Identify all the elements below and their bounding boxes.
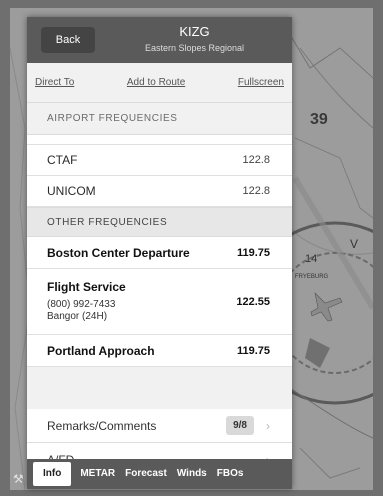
frequency-name: CTAF bbox=[47, 153, 78, 167]
device-frame: 39 V 14 FRYEBURG Back KIZG Eastern Slope… bbox=[0, 0, 383, 496]
tab-forecast[interactable]: Forecast bbox=[120, 459, 172, 489]
remarks-label: Remarks/Comments bbox=[47, 418, 157, 433]
map-town-label: FRYEBURG bbox=[295, 274, 329, 280]
frequency-details: Flight Service (800) 992-7433 Bangor (24… bbox=[47, 280, 126, 323]
tab-fbos[interactable]: FBOs bbox=[212, 459, 249, 489]
frequency-name: Portland Approach bbox=[47, 343, 155, 358]
fullscreen-link[interactable]: Fullscreen bbox=[238, 77, 284, 88]
chevron-right-icon: › bbox=[266, 418, 270, 433]
frequency-row[interactable]: Flight Service (800) 992-7433 Bangor (24… bbox=[27, 269, 292, 335]
frequency-value: 122.55 bbox=[236, 295, 270, 308]
frequency-phone[interactable]: (800) 992-7433 bbox=[47, 299, 126, 311]
direct-to-link[interactable]: Direct To bbox=[35, 77, 74, 88]
map-v-label: V bbox=[350, 237, 358, 251]
tab-winds[interactable]: Winds bbox=[172, 459, 212, 489]
airport-name: Eastern Slopes Regional bbox=[144, 43, 245, 53]
clipped-row bbox=[27, 135, 292, 145]
wrench-icon[interactable]: ⚒ bbox=[13, 472, 24, 486]
frequency-value: 119.75 bbox=[236, 344, 270, 357]
frequency-row[interactable]: UNICOM 122.8 bbox=[27, 176, 292, 207]
tab-bar: Info METAR Forecast Winds FBOs bbox=[27, 459, 292, 489]
tab-info[interactable]: Info bbox=[33, 462, 72, 486]
airport-frequencies-header: AIRPORT FREQUENCIES bbox=[27, 103, 292, 135]
remarks-right: 9/8 › bbox=[226, 416, 270, 435]
map-14-label: 14 bbox=[305, 253, 317, 265]
aircraft-icon bbox=[310, 292, 343, 322]
frequency-name: UNICOM bbox=[47, 184, 96, 198]
remarks-row[interactable]: Remarks/Comments 9/8 › bbox=[27, 409, 292, 443]
remarks-count-badge: 9/8 bbox=[226, 416, 254, 435]
frequency-value: 119.75 bbox=[236, 246, 270, 259]
back-button[interactable]: Back bbox=[41, 27, 95, 53]
frequency-value: 122.8 bbox=[242, 154, 270, 166]
airport-code: KIZG bbox=[179, 24, 210, 39]
panel-header: Back KIZG Eastern Slopes Regional bbox=[27, 17, 292, 63]
section-gap bbox=[27, 367, 292, 409]
tab-metar[interactable]: METAR bbox=[75, 459, 120, 489]
frequency-value: 122.8 bbox=[242, 185, 270, 197]
action-bar: Direct To Add to Route Fullscreen bbox=[27, 63, 292, 103]
frequency-row[interactable]: CTAF 122.8 bbox=[27, 145, 292, 176]
frequency-row[interactable]: Portland Approach 119.75 bbox=[27, 335, 292, 367]
other-frequencies-header: OTHER FREQUENCIES bbox=[27, 207, 292, 237]
frequency-name: Boston Center Departure bbox=[47, 245, 190, 260]
map-elevation-label: 39 bbox=[310, 111, 328, 128]
frequency-row[interactable]: Boston Center Departure 119.75 bbox=[27, 237, 292, 269]
frequency-name: Flight Service bbox=[47, 280, 126, 294]
add-to-route-link[interactable]: Add to Route bbox=[127, 77, 185, 88]
airport-info-panel: Back KIZG Eastern Slopes Regional Direct… bbox=[27, 17, 292, 489]
frequency-note: Bangor (24H) bbox=[47, 311, 108, 322]
